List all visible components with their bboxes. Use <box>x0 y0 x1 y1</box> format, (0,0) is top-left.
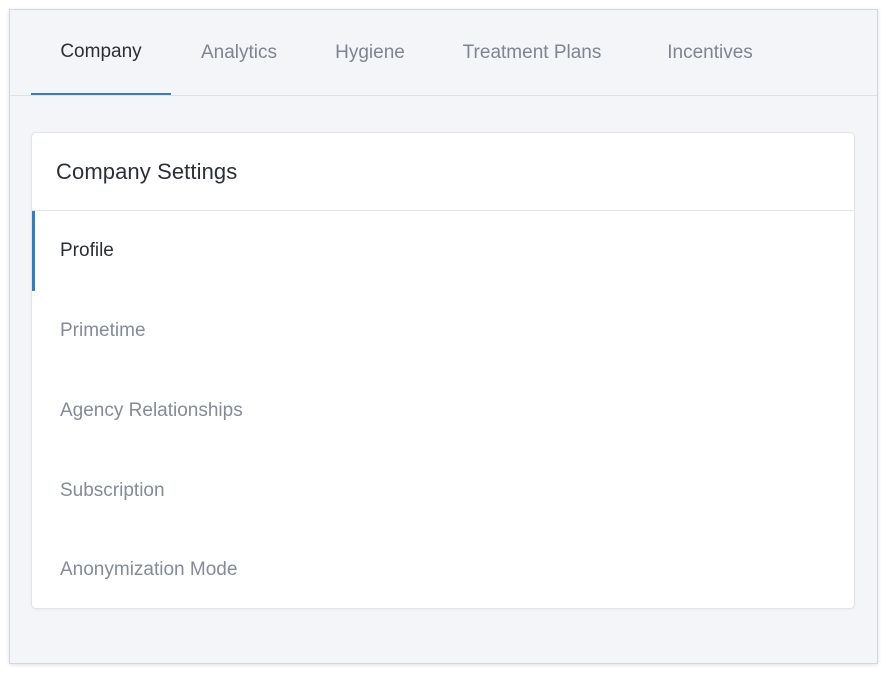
tab-bar: Company Analytics Hygiene Treatment Plan… <box>10 10 877 96</box>
app-window: Company Analytics Hygiene Treatment Plan… <box>9 9 878 664</box>
company-settings-card: Company Settings Profile Primetime Agenc… <box>31 132 855 609</box>
settings-item-anonymization-mode[interactable]: Anonymization Mode <box>32 531 854 608</box>
tab-treatment-plans[interactable]: Treatment Plans <box>442 10 622 95</box>
tab-analytics[interactable]: Analytics <box>180 10 298 95</box>
settings-item-subscription[interactable]: Subscription <box>32 451 854 531</box>
tab-incentives[interactable]: Incentives <box>645 10 775 95</box>
settings-item-primetime[interactable]: Primetime <box>32 291 854 371</box>
card-header: Company Settings <box>32 133 854 211</box>
tab-company[interactable]: Company <box>31 10 171 95</box>
card-title: Company Settings <box>56 158 238 184</box>
tab-hygiene[interactable]: Hygiene <box>310 10 430 95</box>
settings-item-agency-relationships[interactable]: Agency Relationships <box>32 371 854 451</box>
settings-item-profile[interactable]: Profile <box>32 211 854 291</box>
